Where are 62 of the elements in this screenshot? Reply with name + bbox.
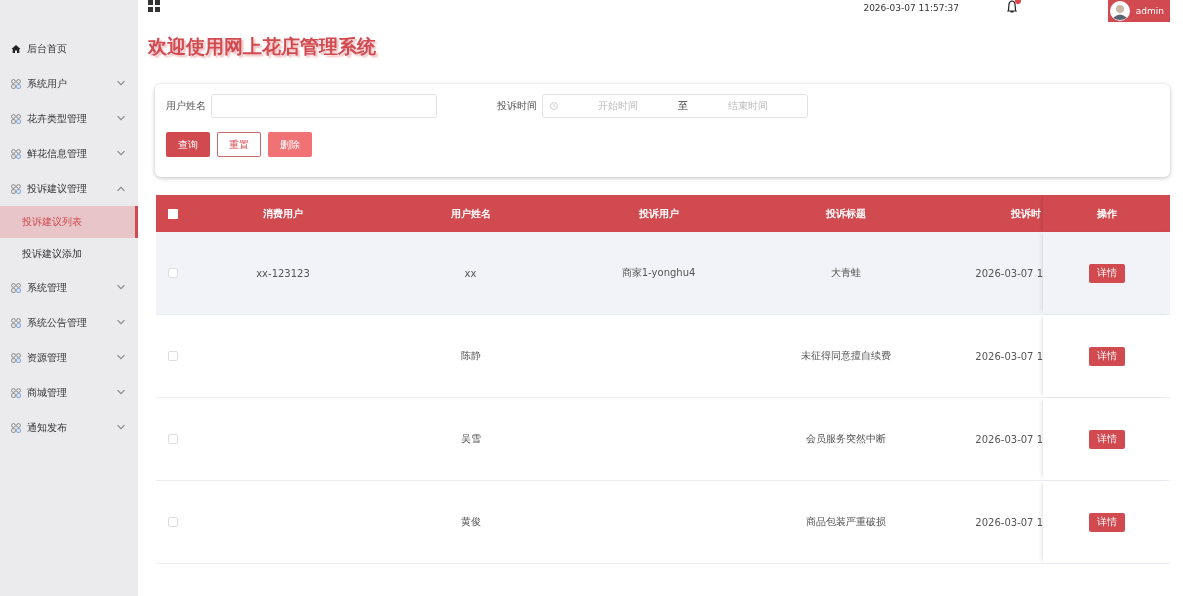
page-title: 欢迎使用网上花店管理系统 xyxy=(148,34,377,59)
user-menu[interactable]: admin xyxy=(1108,0,1170,22)
apps-icon xyxy=(11,352,21,363)
table-cell: 吴雪 xyxy=(460,432,481,446)
apps-icon xyxy=(11,317,21,328)
field-label: 投诉时间 xyxy=(497,99,537,113)
apps-icon xyxy=(11,113,21,124)
sidebar-item[interactable]: 后台首页 xyxy=(0,31,138,66)
apps-icon xyxy=(11,422,21,433)
detail-button[interactable]: 详情 xyxy=(1088,346,1125,366)
table-cell: 商家1-yonghu4 xyxy=(621,266,696,280)
sidebar-item[interactable]: 系统用户 xyxy=(0,66,138,101)
column-header: 操作 xyxy=(1043,195,1170,232)
table-cell: 2026-03-07 1 xyxy=(975,433,1043,445)
reset-button[interactable]: 重置 xyxy=(217,132,261,157)
table-cell: 2026-03-07 1 xyxy=(975,350,1043,362)
row-checkbox[interactable] xyxy=(168,351,178,361)
table-cell: 2026-03-07 1 xyxy=(975,516,1043,528)
grid-icon[interactable] xyxy=(148,0,160,13)
table-cell: 2026-03-07 1 xyxy=(975,267,1043,279)
clock-icon xyxy=(550,102,558,110)
sidebar-item[interactable]: 通知发布 xyxy=(0,410,138,445)
row-checkbox[interactable] xyxy=(168,517,178,527)
apps-icon xyxy=(11,183,21,194)
column-header: 投诉标题 xyxy=(825,206,867,221)
apps-icon xyxy=(11,78,21,89)
date-range-picker[interactable]: 开始时间 至 结束时间 xyxy=(542,94,808,118)
table-cell: 未征得同意擅自续费 xyxy=(801,349,891,363)
table-cell: xx xyxy=(464,267,477,279)
detail-button[interactable]: 详情 xyxy=(1088,512,1125,532)
column-header: 消费用户 xyxy=(262,206,304,221)
home-icon xyxy=(11,43,21,54)
select-all-checkbox[interactable] xyxy=(168,208,178,219)
table-cell: 商品包装严重破损 xyxy=(806,515,886,529)
apps-icon xyxy=(11,387,21,398)
sidebar-item[interactable]: 系统管理 xyxy=(0,270,138,305)
table-cell: 会员服务突然中断 xyxy=(806,432,886,446)
sidebar-item[interactable]: 系统公告管理 xyxy=(0,305,138,340)
table-cell: 大青蛙 xyxy=(831,266,861,280)
field-label: 用户姓名 xyxy=(166,99,206,113)
detail-button[interactable]: 详情 xyxy=(1088,429,1125,449)
name-input[interactable] xyxy=(211,94,437,118)
sidebar-item[interactable]: 花卉类型管理 xyxy=(0,101,138,136)
sidebar-item[interactable]: 投诉建议管理 xyxy=(0,171,138,206)
table-cell: 陈静 xyxy=(460,349,481,363)
detail-button[interactable]: 详情 xyxy=(1088,263,1125,283)
search-button[interactable]: 查询 xyxy=(166,132,210,157)
sidebar-item[interactable]: 鲜花信息管理 xyxy=(0,136,138,171)
row-checkbox[interactable] xyxy=(168,268,178,278)
column-header: 投诉时 xyxy=(1010,206,1042,221)
datetime: 2026-03-07 11:57:37 xyxy=(863,3,959,13)
row-checkbox[interactable] xyxy=(168,434,178,444)
bell-icon[interactable] xyxy=(1005,0,1021,14)
column-header: 用户姓名 xyxy=(449,206,492,221)
submenu-item[interactable]: 投诉建议添加 xyxy=(0,238,138,270)
table-cell: 黄俊 xyxy=(460,515,481,529)
sidebar-item[interactable]: 商城管理 xyxy=(0,375,138,410)
apps-icon xyxy=(11,282,21,293)
column-header: 投诉用户 xyxy=(637,206,680,221)
sidebar-item[interactable]: 资源管理 xyxy=(0,340,138,375)
table-cell: xx-123123 xyxy=(256,267,310,279)
apps-icon xyxy=(11,148,21,159)
